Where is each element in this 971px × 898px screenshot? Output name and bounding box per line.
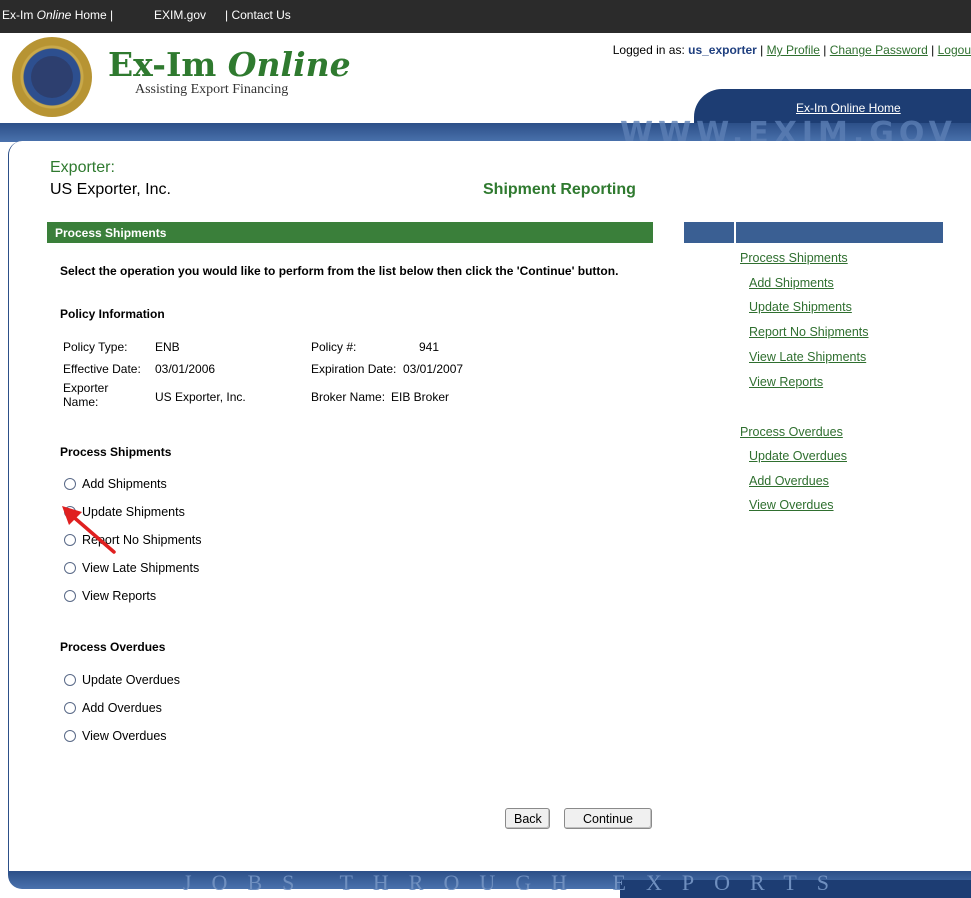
site-logo-title: Ex-Im Online [108,45,351,84]
radio-label: Update Overdues [82,673,180,687]
effective-date-value: 03/01/2006 [155,362,216,376]
sidebar-update-overdues[interactable]: Update Overdues [749,449,847,463]
radio-label: View Overdues [82,729,167,743]
radio-label: Add Overdues [82,701,162,715]
section-title: Process Shipments [55,226,167,240]
broker-name-label: Broker Name: [311,390,386,404]
login-username: us_exporter [688,43,757,57]
radio-view-overdues[interactable]: View Overdues [64,728,167,744]
red-arrow-annotation-icon [62,506,116,554]
exporter-name-label-line1: Exporter [63,381,109,395]
broker-name-value: EIB Broker [391,390,450,404]
separator: | [756,43,767,57]
separator: | [819,43,830,57]
radio-add-shipments[interactable]: Add Shipments [64,476,167,492]
sidebar-report-no-shipments[interactable]: Report No Shipments [749,325,869,339]
page-title: Shipment Reporting [483,181,636,198]
radio-add-overdues[interactable]: Add Overdues [64,700,162,716]
exporter-name: US Exporter, Inc. [50,181,171,198]
radio-button[interactable] [64,590,76,602]
nav-home-prefix: Ex-Im [2,8,37,22]
nav-exim-online-home[interactable]: Ex-Im Online Home | [2,8,113,22]
sidebar-view-reports[interactable]: View Reports [749,375,823,389]
exporter-name-label: Exporter Name: [63,381,108,409]
policy-number-label: Policy #: [311,340,357,354]
logo-italic-text: Online [227,45,351,84]
instructions-text: Select the operation you would like to p… [60,264,619,278]
process-overdues-heading: Process Overdues [60,640,166,654]
process-shipments-heading: Process Shipments [60,445,172,459]
footer-tagline: JOBS THROUGH EXPORTS [183,870,849,895]
radio-button[interactable] [64,478,76,490]
radio-update-overdues[interactable]: Update Overdues [64,672,180,688]
radio-button[interactable] [64,562,76,574]
sidebar-view-overdues[interactable]: View Overdues [749,498,834,512]
change-password-link[interactable]: Change Password [830,43,928,57]
logout-link[interactable]: Logou [938,43,971,57]
sidebar-add-overdues[interactable]: Add Overdues [749,474,829,488]
nav-contact-us[interactable]: | Contact Us [225,8,291,22]
my-profile-link[interactable]: My Profile [767,43,820,57]
sidebar-header-bar [684,222,943,243]
nav-home-suffix: Home | [71,8,114,22]
nav-exim-gov[interactable]: EXIM.gov [154,8,206,22]
sidebar-add-shipments[interactable]: Add Shipments [749,276,834,290]
radio-button[interactable] [64,730,76,742]
login-info: Logged in as: us_exporter | My Profile |… [613,43,971,57]
radio-button[interactable] [64,702,76,714]
sidebar-process-overdues[interactable]: Process Overdues [740,425,843,439]
radio-view-late-shipments[interactable]: View Late Shipments [64,560,199,576]
top-nav-bar: Ex-Im Online Home | EXIM.gov | Contact U… [0,0,971,33]
radio-label: View Late Shipments [82,561,200,575]
expiration-date-label: Expiration Date: [311,362,397,376]
exporter-name-label-line2: Name: [63,395,99,409]
radio-view-reports[interactable]: View Reports [64,588,156,604]
policy-type-value: ENB [155,340,180,354]
radio-button[interactable] [64,674,76,686]
policy-type-label: Policy Type: [63,340,128,354]
site-logo-subtitle: Assisting Export Financing [135,82,289,97]
sidebar-header-divider [734,222,736,243]
separator: | [927,43,938,57]
back-button[interactable]: Back [505,808,550,829]
policy-info-heading: Policy Information [60,307,165,321]
login-label: Logged in as: [612,43,689,57]
section-header-bar: Process Shipments [47,222,653,243]
continue-button[interactable]: Continue [564,808,652,829]
exporter-label: Exporter: [50,159,115,176]
sidebar-update-shipments[interactable]: Update Shipments [749,300,852,314]
sidebar-process-shipments[interactable]: Process Shipments [740,251,848,265]
ex-im-online-home-link[interactable]: Ex-Im Online Home [796,101,901,115]
seal-center [31,56,73,98]
radio-label: View Reports [82,589,157,603]
policy-number-value: 941 [419,340,440,354]
exporter-name-value: US Exporter, Inc. [155,390,246,404]
effective-date-label: Effective Date: [63,362,141,376]
arrow-shaft [68,512,116,554]
nav-home-online: Online [36,8,72,22]
radio-label: Add Shipments [82,477,167,491]
sidebar-view-late-shipments[interactable]: View Late Shipments [749,350,866,364]
logo-main-text: Ex-Im [108,45,228,84]
expiration-date-value: 03/01/2007 [403,362,464,376]
